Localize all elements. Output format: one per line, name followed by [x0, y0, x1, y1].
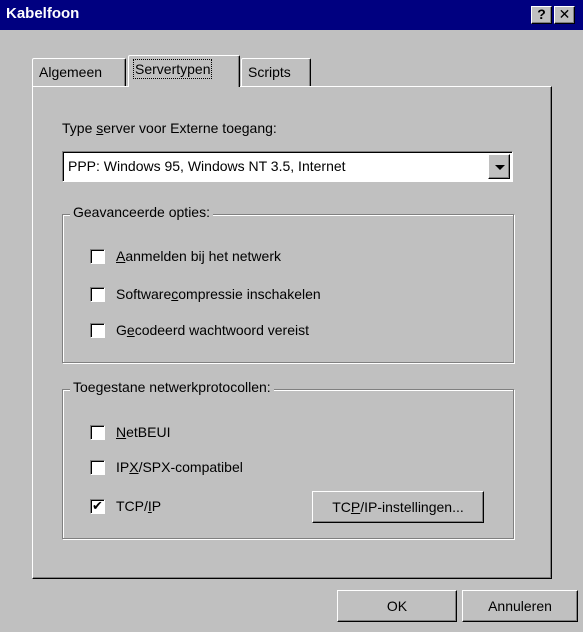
tab-scripts-label: Scripts — [248, 64, 291, 80]
ipx-spx-label: IPX/SPX-compatibel — [116, 459, 243, 475]
server-type-value: PPP: Windows 95, Windows NT 3.5, Interne… — [68, 158, 346, 174]
tcpip-checkbox[interactable]: ✔ — [90, 499, 105, 514]
dialog-window: Kabelfoon ? ✕ Algemeen Servertypen Scrip… — [0, 0, 583, 632]
network-login-checkbox[interactable] — [90, 249, 105, 264]
tab-algemeen[interactable]: Algemeen — [32, 58, 126, 86]
ipx-spx-checkbox[interactable] — [90, 460, 105, 475]
title-bar[interactable]: Kabelfoon ? ✕ — [0, 0, 583, 30]
netbeui-label: NetBEUI — [116, 424, 171, 440]
ok-button[interactable]: OK — [337, 590, 457, 622]
encrypted-password-checkbox[interactable] — [90, 323, 105, 338]
compression-label: Softwarecompressie inschakelen — [116, 286, 321, 302]
window-title: Kabelfoon — [6, 5, 80, 22]
tab-servertypen[interactable]: Servertypen — [128, 55, 240, 87]
check-mark-icon: ✔ — [92, 498, 103, 513]
dropdown-button[interactable] — [488, 154, 510, 179]
chevron-down-icon — [495, 165, 505, 170]
advanced-options-legend: Geavanceerde opties: — [70, 204, 213, 220]
network-login-label: Aanmelden bij het netwerk — [116, 248, 281, 264]
help-button[interactable]: ? — [531, 6, 552, 24]
server-type-label: Type server voor Externe toegang: — [62, 120, 277, 136]
protocols-legend: Toegestane netwerkprotocollen: — [70, 379, 274, 395]
tab-algemeen-label: Algemeen — [39, 64, 103, 80]
cancel-button[interactable]: Annuleren — [462, 590, 578, 622]
tcpip-label: TCP/IP — [116, 498, 162, 514]
server-type-select[interactable]: PPP: Windows 95, Windows NT 3.5, Interne… — [62, 151, 513, 182]
tcpip-settings-button[interactable]: TCP/IP-instellingen... — [312, 491, 484, 523]
tab-scripts[interactable]: Scripts — [241, 58, 311, 86]
close-button[interactable]: ✕ — [554, 6, 575, 24]
netbeui-checkbox[interactable] — [90, 425, 105, 440]
tab-servertypen-label: Servertypen — [132, 59, 213, 79]
encrypted-password-label: Gecodeerd wachtwoord vereist — [116, 322, 309, 338]
compression-checkbox[interactable] — [90, 287, 105, 302]
